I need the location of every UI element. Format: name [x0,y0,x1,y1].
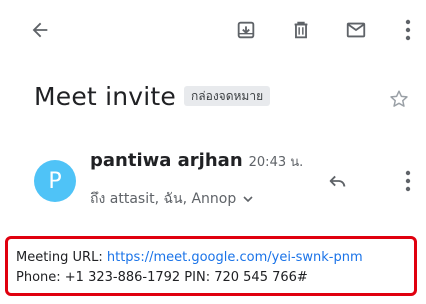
meeting-url-label: Meeting URL: [16,250,107,265]
toolbar [0,0,426,60]
chevron-down-icon [243,196,253,203]
sender-more-button[interactable] [394,166,422,196]
star-outline-icon [390,90,408,107]
back-button[interactable] [24,14,56,46]
trash-icon [294,21,308,39]
archive-icon [237,21,255,39]
recipients-text: ถึง attasit, ฉัน, Annop [90,191,237,207]
reply-button[interactable] [322,166,352,196]
reply-icon [329,175,346,187]
more-vert-icon [405,19,411,41]
email-subject: Meet invite [34,81,176,111]
star-button[interactable] [384,84,414,114]
recipients-toggle[interactable]: ถึง attasit, ฉัน, Annop [90,188,254,210]
mark-unread-button[interactable] [340,14,372,46]
more-options-button[interactable] [394,14,422,46]
delete-button[interactable] [285,14,317,46]
subject-row: Meet invite กล่องจดหมาย [34,80,271,112]
highlight-box [5,236,417,296]
message-time: 20:43 น. [248,155,304,170]
phone-line: Phone: +1 323-886-1792 PIN: 720 545 766# [16,270,308,285]
mail-icon [346,22,366,38]
sender-line: pantiwa arjhan 20:43 น. [90,150,303,172]
sender-avatar[interactable]: P [34,160,76,202]
inbox-label-chip[interactable]: กล่องจดหมาย [184,86,271,106]
arrow-back-icon [32,22,48,38]
meeting-url-line: Meeting URL: https://meet.google.com/yei… [16,250,363,265]
archive-button[interactable] [230,14,262,46]
meeting-url-link[interactable]: https://meet.google.com/yei-swnk-pnm [107,250,363,265]
more-vert-icon [405,170,411,192]
sender-name: pantiwa arjhan [90,150,243,171]
